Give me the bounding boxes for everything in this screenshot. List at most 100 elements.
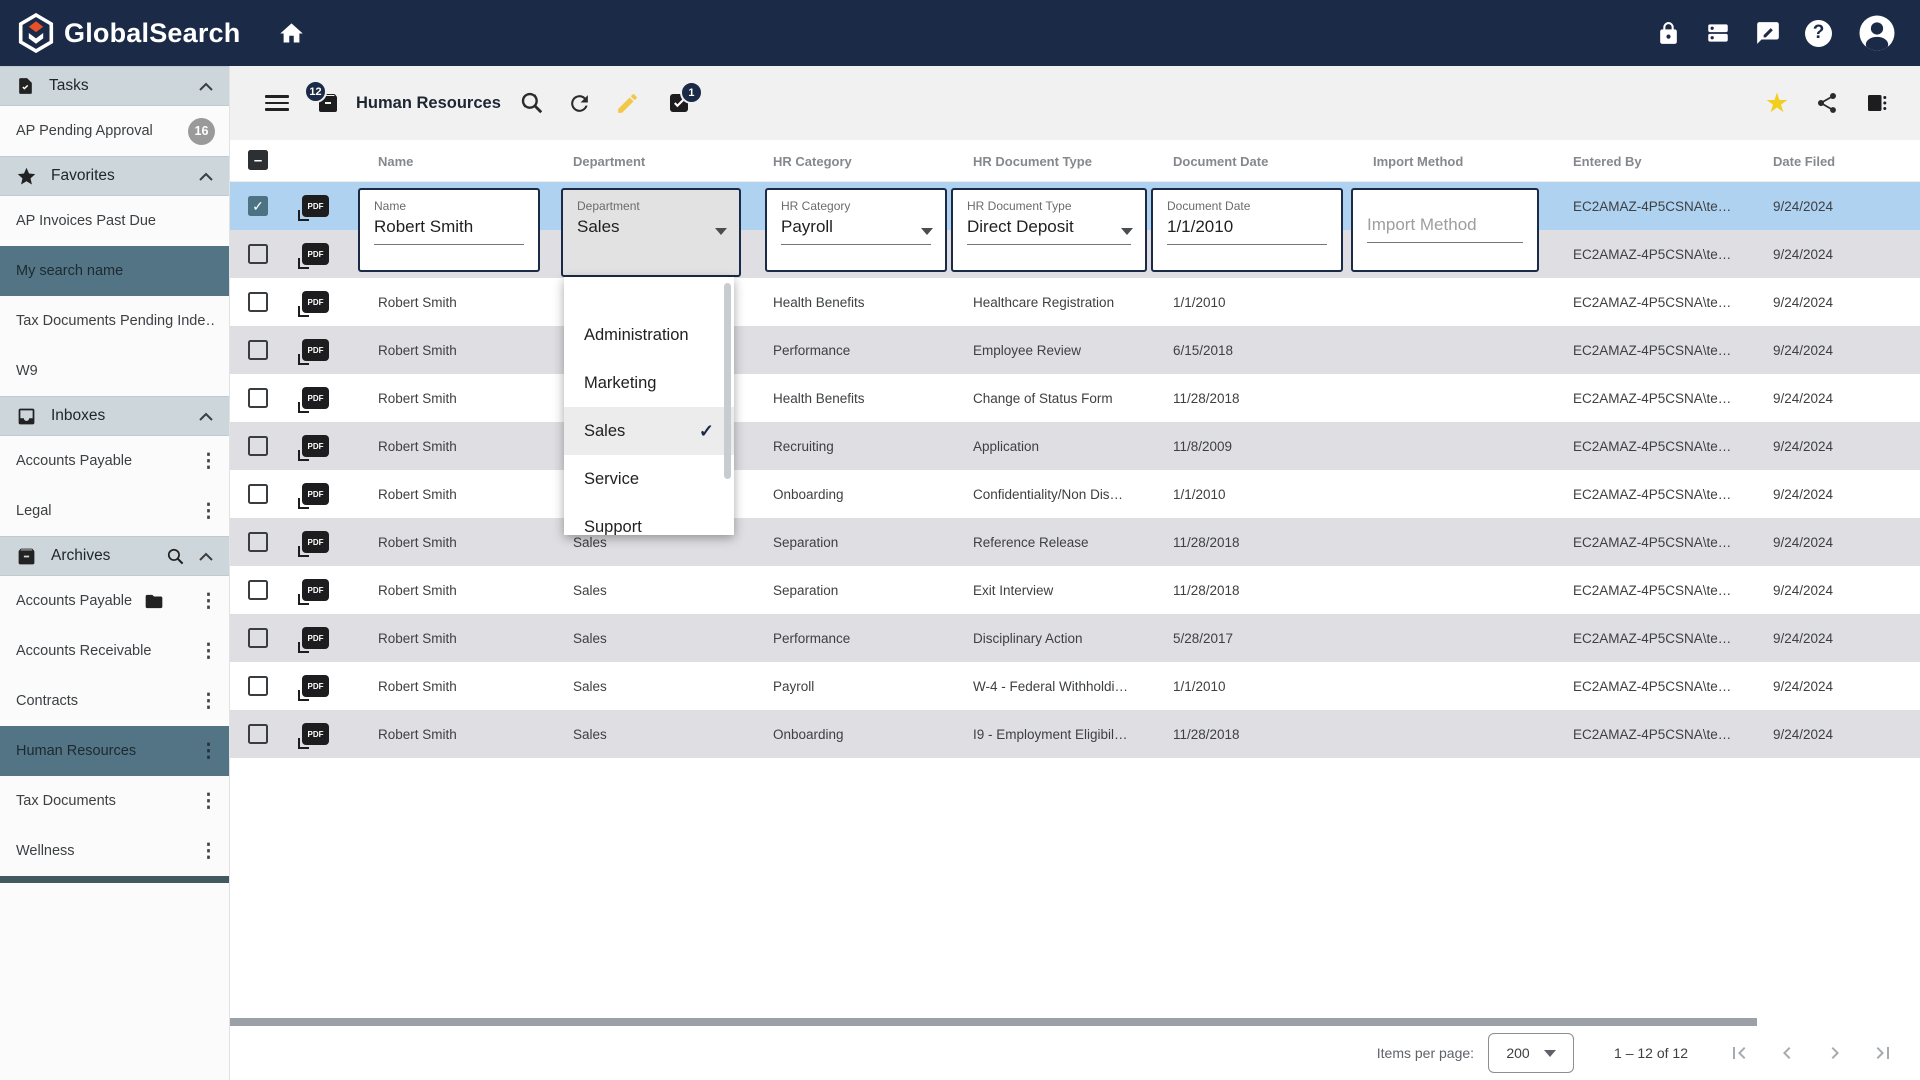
edit-field-value[interactable]: Sales	[577, 217, 725, 244]
row-checkbox[interactable]	[248, 484, 268, 504]
sidebar-item-w9[interactable]: W9	[0, 346, 229, 396]
kebab-menu-icon[interactable]: ⋮	[199, 640, 215, 663]
sidebar-section-inboxes[interactable]: Inboxes	[0, 396, 229, 436]
refine-search-button[interactable]	[515, 86, 549, 120]
previous-page-button[interactable]	[1770, 1036, 1804, 1070]
selected-documents-icon[interactable]: 1	[667, 91, 691, 115]
sidebar-item-accounts-payable[interactable]: Accounts Payable⋮	[0, 576, 229, 626]
edit-field-department[interactable]: DepartmentSales	[561, 188, 741, 277]
table-row[interactable]: PDFRobert SmithSalesPerformanceEmployee …	[230, 326, 1920, 374]
edit-field-value[interactable]: Import Method	[1367, 215, 1523, 243]
pdf-icon[interactable]: PDF	[302, 387, 329, 409]
column-header-hr-document-type[interactable]: HR Document Type	[973, 140, 1163, 182]
last-page-button[interactable]	[1866, 1036, 1900, 1070]
column-header-date-filed[interactable]: Date Filed	[1773, 140, 1913, 182]
row-checkbox[interactable]	[248, 388, 268, 408]
row-checkbox[interactable]	[248, 676, 268, 696]
pdf-icon[interactable]: PDF	[302, 531, 329, 553]
pdf-icon[interactable]: PDF	[302, 195, 329, 217]
kebab-menu-icon[interactable]: ⋮	[199, 690, 215, 713]
table-row[interactable]: PDFRobert SmithSalesRecruitingApplicatio…	[230, 422, 1920, 470]
sidebar-item-tax-documents[interactable]: Tax Documents⋮	[0, 776, 229, 826]
sidebar-item-my-search-name[interactable]: My search name	[0, 246, 229, 296]
pdf-icon[interactable]: PDF	[302, 675, 329, 697]
dropdown-option-service[interactable]: Service	[564, 455, 734, 503]
column-header-department[interactable]: Department	[573, 140, 763, 182]
table-row[interactable]: PDFRobert SmithSalesSeparationExit Inter…	[230, 566, 1920, 614]
favorite-star-button[interactable]: ★	[1760, 86, 1794, 120]
column-header-document-date[interactable]: Document Date	[1173, 140, 1363, 182]
refresh-button[interactable]	[563, 86, 597, 120]
results-count-icon[interactable]: 12	[316, 91, 340, 115]
kebab-menu-icon[interactable]: ⋮	[199, 740, 215, 763]
edit-field-name[interactable]: NameRobert Smith	[358, 188, 540, 272]
kebab-menu-icon[interactable]: ⋮	[199, 500, 215, 523]
column-header-name[interactable]: Name	[378, 140, 563, 182]
sidebar-section-archives[interactable]: Archives	[0, 536, 229, 576]
dropdown-option-administration[interactable]: Administration	[564, 311, 734, 359]
column-header-hr-category[interactable]: HR Category	[773, 140, 963, 182]
kebab-menu-icon[interactable]: ⋮	[199, 840, 215, 863]
row-checkbox[interactable]	[248, 580, 268, 600]
row-checkbox[interactable]	[248, 244, 268, 264]
row-checkbox[interactable]	[248, 532, 268, 552]
pdf-icon[interactable]: PDF	[302, 627, 329, 649]
edit-field-value[interactable]: Payroll	[781, 217, 931, 245]
chevron-up-icon[interactable]	[199, 412, 213, 421]
home-button[interactable]	[278, 20, 305, 47]
sidebar-item-ap-invoices-past-due[interactable]: AP Invoices Past Due	[0, 196, 229, 246]
pdf-icon[interactable]: PDF	[302, 579, 329, 601]
edit-button[interactable]	[611, 86, 645, 120]
first-page-button[interactable]	[1722, 1036, 1756, 1070]
pdf-icon[interactable]: PDF	[302, 339, 329, 361]
pdf-icon[interactable]: PDF	[302, 435, 329, 457]
sidebar-item-legal[interactable]: Legal⋮	[0, 486, 229, 536]
column-header-import-method[interactable]: Import Method	[1373, 140, 1563, 182]
feedback-button[interactable]	[1755, 20, 1781, 46]
edit-field-hr-category[interactable]: HR CategoryPayroll	[765, 188, 947, 272]
dropdown-arrow-icon[interactable]	[1121, 228, 1133, 235]
pdf-icon[interactable]: PDF	[302, 483, 329, 505]
pdf-icon[interactable]: PDF	[302, 291, 329, 313]
user-avatar-button[interactable]	[1856, 12, 1898, 54]
table-row[interactable]: PDFRobert SmithSalesSeparationReference …	[230, 518, 1920, 566]
table-row[interactable]: PDFRobert SmithSalesPerformanceDisciplin…	[230, 614, 1920, 662]
row-checkbox[interactable]	[248, 724, 268, 744]
dropdown-option-marketing[interactable]: Marketing	[564, 359, 734, 407]
table-row[interactable]: PDFRobert SmithSalesOnboardingConfidenti…	[230, 470, 1920, 518]
sidebar-item-wellness[interactable]: Wellness⋮	[0, 826, 229, 876]
sidebar-item-human-resources[interactable]: Human Resources⋮	[0, 726, 229, 776]
edit-field-document-date[interactable]: Document Date1/1/2010	[1151, 188, 1343, 272]
dropdown-arrow-icon[interactable]	[715, 228, 727, 235]
menu-button[interactable]	[260, 86, 294, 120]
row-checkbox[interactable]	[248, 628, 268, 648]
dropdown-arrow-icon[interactable]	[921, 228, 933, 235]
sidebar-item-contracts[interactable]: Contracts⋮	[0, 676, 229, 726]
edit-field-value[interactable]: 1/1/2010	[1167, 217, 1327, 245]
row-checkbox[interactable]	[248, 436, 268, 456]
help-button[interactable]: ?	[1805, 20, 1832, 47]
column-header-entered-by[interactable]: Entered By	[1573, 140, 1763, 182]
kebab-menu-icon[interactable]: ⋮	[199, 590, 215, 613]
edit-field-import-method[interactable]: Import Method	[1351, 188, 1539, 272]
table-row[interactable]: PDFRobert SmithSalesOnboardingI9 - Emplo…	[230, 710, 1920, 758]
edit-field-value[interactable]: Robert Smith	[374, 217, 524, 245]
select-all-checkbox[interactable]: –	[248, 150, 268, 170]
dropdown-option-support[interactable]: Support	[564, 503, 734, 535]
items-per-page-select[interactable]: 200	[1488, 1033, 1574, 1073]
search-icon[interactable]	[166, 547, 185, 566]
row-checkbox[interactable]: ✓	[248, 196, 268, 216]
row-checkbox[interactable]	[248, 340, 268, 360]
horizontal-scrollbar-thumb[interactable]	[230, 1018, 1757, 1026]
table-row[interactable]: PDFRobert SmithSalesHealth BenefitsChang…	[230, 374, 1920, 422]
next-page-button[interactable]	[1818, 1036, 1852, 1070]
kebab-menu-icon[interactable]: ⋮	[199, 790, 215, 813]
dropdown-scrollbar[interactable]	[724, 283, 731, 479]
row-checkbox[interactable]	[248, 292, 268, 312]
viewer-panel-button[interactable]	[1860, 86, 1894, 120]
share-button[interactable]	[1810, 86, 1844, 120]
dropdown-option-blank[interactable]	[564, 277, 734, 311]
table-row[interactable]: PDFRobert SmithSalesPayrollW-4 - Federal…	[230, 662, 1920, 710]
edit-field-hr-document-type[interactable]: HR Document TypeDirect Deposit	[951, 188, 1147, 272]
sidebar-item-tax-documents-pending-inde[interactable]: Tax Documents Pending Inde…	[0, 296, 229, 346]
